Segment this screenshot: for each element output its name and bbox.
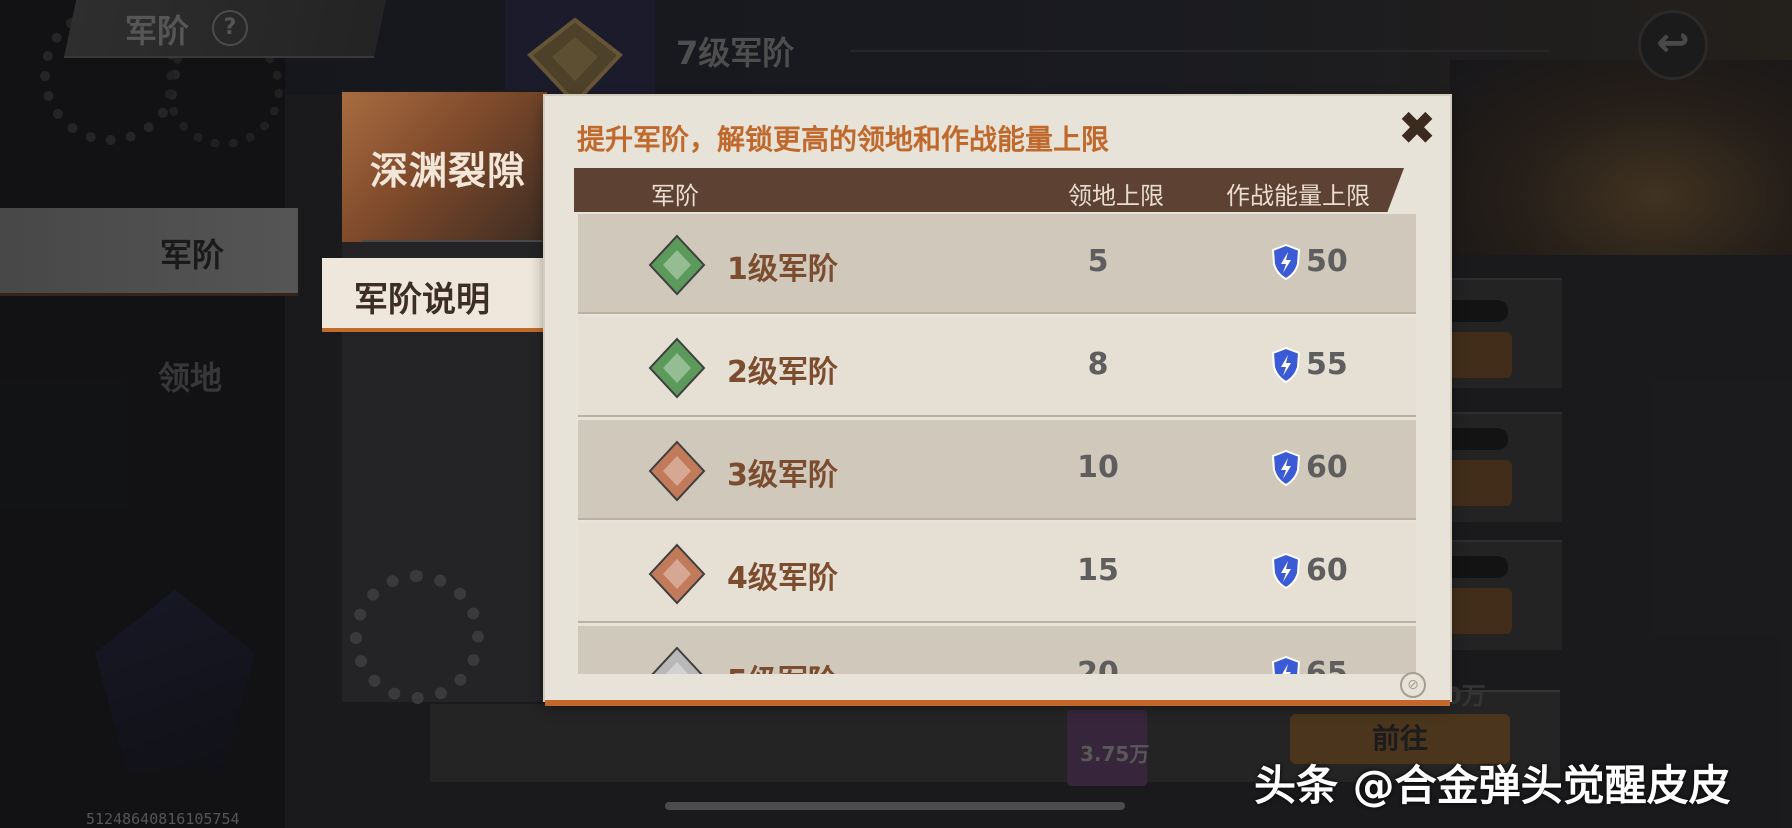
territory-limit: 10 bbox=[1077, 450, 1119, 485]
territory-limit: 15 bbox=[1077, 553, 1119, 588]
energy-limit: 60 bbox=[1306, 450, 1348, 485]
energy-limit: 60 bbox=[1306, 553, 1348, 588]
rank-name: 3级军阶 bbox=[727, 458, 838, 493]
row-divider bbox=[578, 415, 1416, 417]
close-button[interactable]: ✖ bbox=[1392, 103, 1442, 153]
home-indicator[interactable] bbox=[665, 802, 1125, 810]
rank-diamond-icon bbox=[648, 543, 706, 605]
tab-label: 军阶说明 bbox=[354, 280, 490, 320]
column-header-territory-limit: 领地上限 bbox=[1068, 182, 1164, 210]
row-divider bbox=[578, 621, 1416, 623]
energy-limit: 55 bbox=[1306, 347, 1348, 382]
dialog-accent-bar bbox=[545, 700, 1450, 706]
energy-shield-icon bbox=[1271, 553, 1301, 589]
energy-shield-icon bbox=[1271, 347, 1301, 383]
rank-name: 5级军阶 bbox=[727, 656, 838, 674]
column-header-rank: 军阶 bbox=[651, 182, 699, 210]
territory-limit: 5 bbox=[1087, 244, 1109, 279]
rank-table[interactable]: 1级军阶 5 50 2级军阶 8 55 3级军阶 10 60 4级军阶 15 60 5级军阶 20 65 bbox=[578, 214, 1418, 674]
rank-diamond-icon bbox=[648, 337, 706, 399]
row-divider bbox=[578, 518, 1416, 520]
dialog-subtitle: 提升军阶，解锁更高的领地和作战能量上限 bbox=[577, 123, 1110, 156]
rank-diamond-icon bbox=[648, 234, 706, 296]
energy-limit: 65 bbox=[1306, 656, 1348, 674]
territory-limit: 20 bbox=[1077, 656, 1119, 674]
energy-shield-icon bbox=[1271, 656, 1301, 674]
table-row: 2级军阶 8 55 bbox=[578, 317, 1416, 417]
gear-decoration-icon bbox=[350, 570, 484, 704]
table-row: 4级军阶 15 60 bbox=[578, 523, 1416, 623]
energy-shield-icon bbox=[1271, 450, 1301, 486]
table-row: 5级军阶 20 65 bbox=[578, 626, 1416, 674]
energy-limit: 50 bbox=[1306, 244, 1348, 279]
table-row: 1级军阶 5 50 bbox=[578, 214, 1416, 314]
dialog-header-label: 深渊裂隙 bbox=[370, 149, 527, 193]
rank-diamond-icon bbox=[648, 440, 706, 502]
energy-shield-icon bbox=[1271, 244, 1301, 280]
rank-diamond-icon bbox=[651, 646, 703, 674]
row-divider bbox=[578, 312, 1416, 314]
divider bbox=[362, 240, 542, 242]
rank-name: 2级军阶 bbox=[727, 355, 838, 390]
watermark: 头条 @合金弹头觉醒皮皮 bbox=[1254, 761, 1731, 810]
rank-name: 1级军阶 bbox=[727, 252, 838, 287]
territory-limit: 8 bbox=[1087, 347, 1109, 382]
column-header-energy-limit: 作战能量上限 bbox=[1226, 182, 1370, 210]
rank-name: 4级军阶 bbox=[727, 561, 838, 596]
scroll-indicator-icon: ⊘ bbox=[1400, 672, 1426, 698]
table-row: 3级军阶 10 60 bbox=[578, 420, 1416, 520]
